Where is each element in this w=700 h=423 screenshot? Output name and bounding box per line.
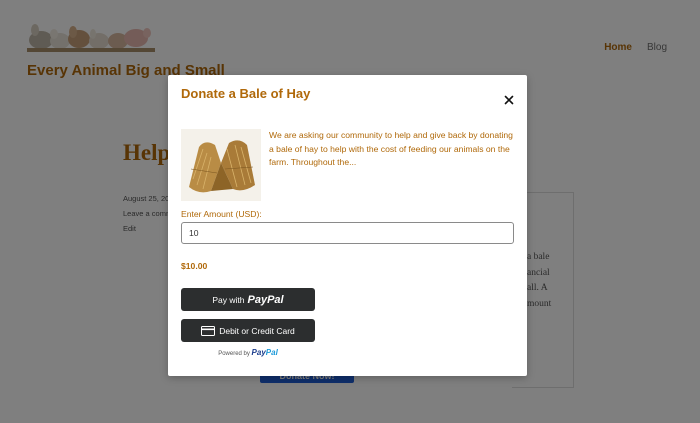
paypal-logo-pal: Pal xyxy=(265,348,278,357)
amount-input[interactable] xyxy=(181,222,514,244)
debit-credit-card-button[interactable]: Debit or Credit Card xyxy=(181,319,315,342)
card-button-label: Debit or Credit Card xyxy=(219,325,295,336)
modal-description: We are asking our community to help and … xyxy=(269,130,513,167)
modal-title: Donate a Bale of Hay xyxy=(181,86,311,101)
amount-label: Enter Amount (USD): xyxy=(181,209,262,219)
donation-total: $10.00 xyxy=(181,261,208,271)
close-icon[interactable] xyxy=(504,95,514,105)
credit-card-icon xyxy=(201,325,216,336)
paypal-logo: PayPal xyxy=(247,293,284,306)
powered-by-paypal: Powered by PayPal xyxy=(181,348,315,357)
paypal-logo-pay: Pay xyxy=(251,348,266,357)
donate-modal: Donate a Bale of Hay We are asking our c… xyxy=(168,75,527,376)
powered-by-prefix: Powered by xyxy=(218,351,250,357)
paypal-button-prefix: Pay with xyxy=(212,294,245,305)
paypal-button[interactable]: Pay with PayPal xyxy=(181,288,315,311)
hay-bale-image xyxy=(181,129,261,201)
